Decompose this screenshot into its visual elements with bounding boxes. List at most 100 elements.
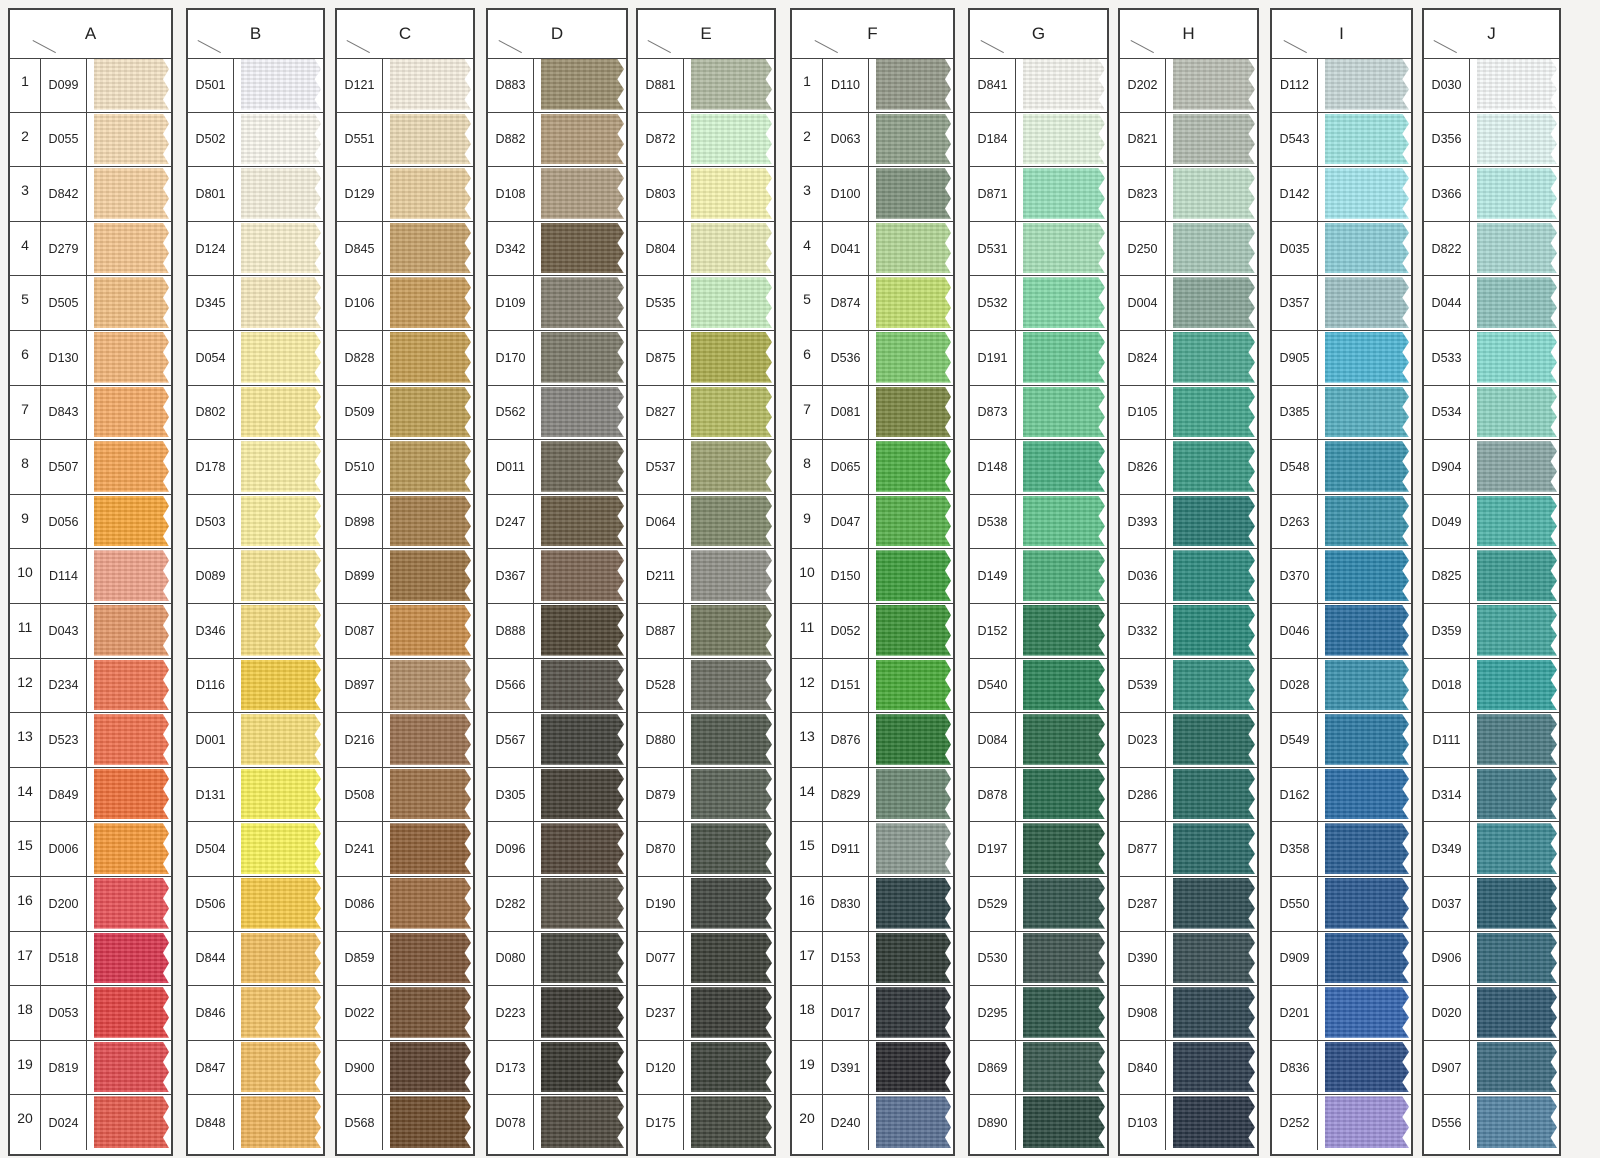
swatch-row[interactable]: D358 [1272,822,1411,877]
color-swatch[interactable] [691,605,772,656]
swatch-row[interactable]: D826 [1120,440,1257,495]
color-swatch[interactable] [1325,113,1409,165]
swatch-row[interactable]: 19 D819 [10,1040,171,1096]
swatch-row[interactable]: D531 [970,221,1107,277]
swatch-row[interactable]: 15 D006 [10,822,171,877]
color-swatch[interactable] [541,1096,624,1148]
color-swatch[interactable] [1477,1096,1557,1148]
swatch-row[interactable]: D023 [1120,713,1257,768]
swatch-row[interactable]: 6 D130 [10,331,171,386]
swatch-row[interactable]: D510 [337,440,473,495]
swatch-row[interactable]: D550 [1272,877,1411,932]
color-swatch[interactable] [541,878,624,929]
swatch-row[interactable]: 1 D110 [792,58,953,113]
color-swatch[interactable] [876,878,951,929]
color-swatch[interactable] [541,222,624,274]
swatch-row[interactable]: D533 [1424,331,1559,386]
swatch-row[interactable]: D824 [1120,331,1257,386]
swatch-row[interactable]: D049 [1424,494,1559,550]
swatch-row[interactable]: D870 [638,822,774,877]
swatch-row[interactable]: D109 [488,276,626,331]
swatch-row[interactable]: D129 [337,167,473,222]
swatch-row[interactable]: D877 [1120,822,1257,877]
color-swatch[interactable] [1023,386,1105,438]
color-swatch[interactable] [94,59,169,110]
color-swatch[interactable] [1023,168,1105,219]
color-swatch[interactable] [390,168,471,219]
color-swatch[interactable] [1173,659,1255,711]
color-swatch[interactable] [390,823,471,874]
swatch-row[interactable]: 13 D876 [792,713,953,768]
swatch-row[interactable]: D548 [1272,440,1411,495]
color-swatch[interactable] [94,550,169,601]
swatch-row[interactable]: 10 D150 [792,549,953,604]
color-swatch[interactable] [94,932,169,984]
color-swatch[interactable] [1173,386,1255,438]
color-swatch[interactable] [541,441,624,492]
color-swatch[interactable] [691,277,772,328]
swatch-row[interactable]: D252 [1272,1095,1411,1150]
color-swatch[interactable] [390,1096,471,1148]
color-swatch[interactable] [241,714,321,765]
color-swatch[interactable] [1477,768,1557,820]
color-swatch[interactable] [876,550,951,601]
color-swatch[interactable] [1173,550,1255,601]
swatch-row[interactable]: D020 [1424,986,1559,1041]
swatch-row[interactable]: D184 [970,112,1107,168]
swatch-row[interactable]: D823 [1120,167,1257,222]
color-swatch[interactable] [691,714,772,765]
swatch-row[interactable]: D393 [1120,494,1257,550]
color-swatch[interactable] [94,113,169,165]
color-swatch[interactable] [390,932,471,984]
color-swatch[interactable] [876,168,951,219]
swatch-row[interactable]: D173 [488,1040,626,1096]
swatch-row[interactable]: 20 D024 [10,1095,171,1150]
swatch-row[interactable]: 7 D843 [10,385,171,441]
color-swatch[interactable] [241,59,321,110]
swatch-row[interactable]: D287 [1120,877,1257,932]
swatch-row[interactable]: D116 [188,658,323,714]
swatch-row[interactable]: 1 D099 [10,58,171,113]
swatch-row[interactable]: D908 [1120,986,1257,1041]
swatch-row[interactable]: D004 [1120,276,1257,331]
swatch-row[interactable]: D504 [188,822,323,877]
swatch-row[interactable]: 8 D507 [10,440,171,495]
swatch-row[interactable]: D828 [337,331,473,386]
swatch-row[interactable]: D880 [638,713,774,768]
color-swatch[interactable] [1477,441,1557,492]
swatch-row[interactable]: D054 [188,331,323,386]
swatch-row[interactable]: D871 [970,167,1107,222]
color-swatch[interactable] [94,987,169,1038]
swatch-row[interactable]: D286 [1120,767,1257,823]
color-swatch[interactable] [1023,932,1105,984]
swatch-row[interactable]: D872 [638,112,774,168]
swatch-row[interactable]: D530 [970,931,1107,987]
swatch-row[interactable]: 4 D279 [10,221,171,277]
color-swatch[interactable] [1477,823,1557,874]
color-swatch[interactable] [1325,495,1409,547]
swatch-row[interactable]: D882 [488,112,626,168]
color-swatch[interactable] [876,386,951,438]
color-swatch[interactable] [1173,987,1255,1038]
swatch-row[interactable]: 2 D055 [10,112,171,168]
color-swatch[interactable] [94,823,169,874]
swatch-row[interactable]: D841 [970,58,1107,113]
swatch-row[interactable]: D878 [970,767,1107,823]
color-swatch[interactable] [390,768,471,820]
swatch-row[interactable]: D191 [970,331,1107,386]
color-swatch[interactable] [390,714,471,765]
color-swatch[interactable] [691,113,772,165]
color-swatch[interactable] [876,714,951,765]
color-swatch[interactable] [241,332,321,383]
color-swatch[interactable] [541,987,624,1038]
color-swatch[interactable] [94,1041,169,1093]
color-swatch[interactable] [241,222,321,274]
swatch-row[interactable]: D879 [638,767,774,823]
swatch-row[interactable]: D506 [188,877,323,932]
color-swatch[interactable] [241,168,321,219]
color-swatch[interactable] [390,550,471,601]
color-swatch[interactable] [1173,1041,1255,1093]
color-swatch[interactable] [876,659,951,711]
color-swatch[interactable] [94,222,169,274]
swatch-row[interactable]: D011 [488,440,626,495]
